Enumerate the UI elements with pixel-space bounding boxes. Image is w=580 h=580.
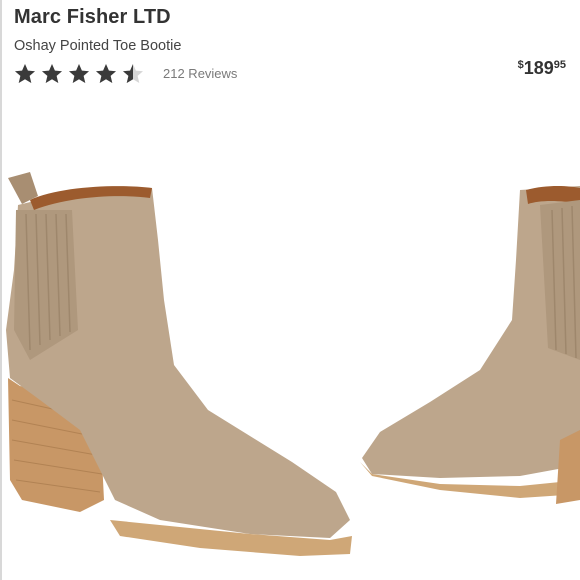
star-rating [14,63,149,84]
rating-row[interactable]: 212 Reviews [14,62,237,84]
star-icon [42,63,62,83]
price-dollars: 189 [523,58,554,78]
left-boot [6,172,352,556]
star-icon [15,63,35,83]
price-cents: 95 [553,59,566,71]
right-boot [360,186,580,504]
star-icon [96,63,116,83]
price: $ 189 95 [518,58,566,78]
reviews-link[interactable]: 212 Reviews [163,66,237,81]
star-icon [123,63,143,83]
product-title: Oshay Pointed Toe Bootie [14,38,182,54]
product-image[interactable] [0,160,580,580]
brand-name[interactable]: Marc Fisher LTD [14,6,171,29]
star-icon [69,63,89,83]
product-header: Marc Fisher LTD Oshay Pointed Toe Bootie… [14,6,566,90]
